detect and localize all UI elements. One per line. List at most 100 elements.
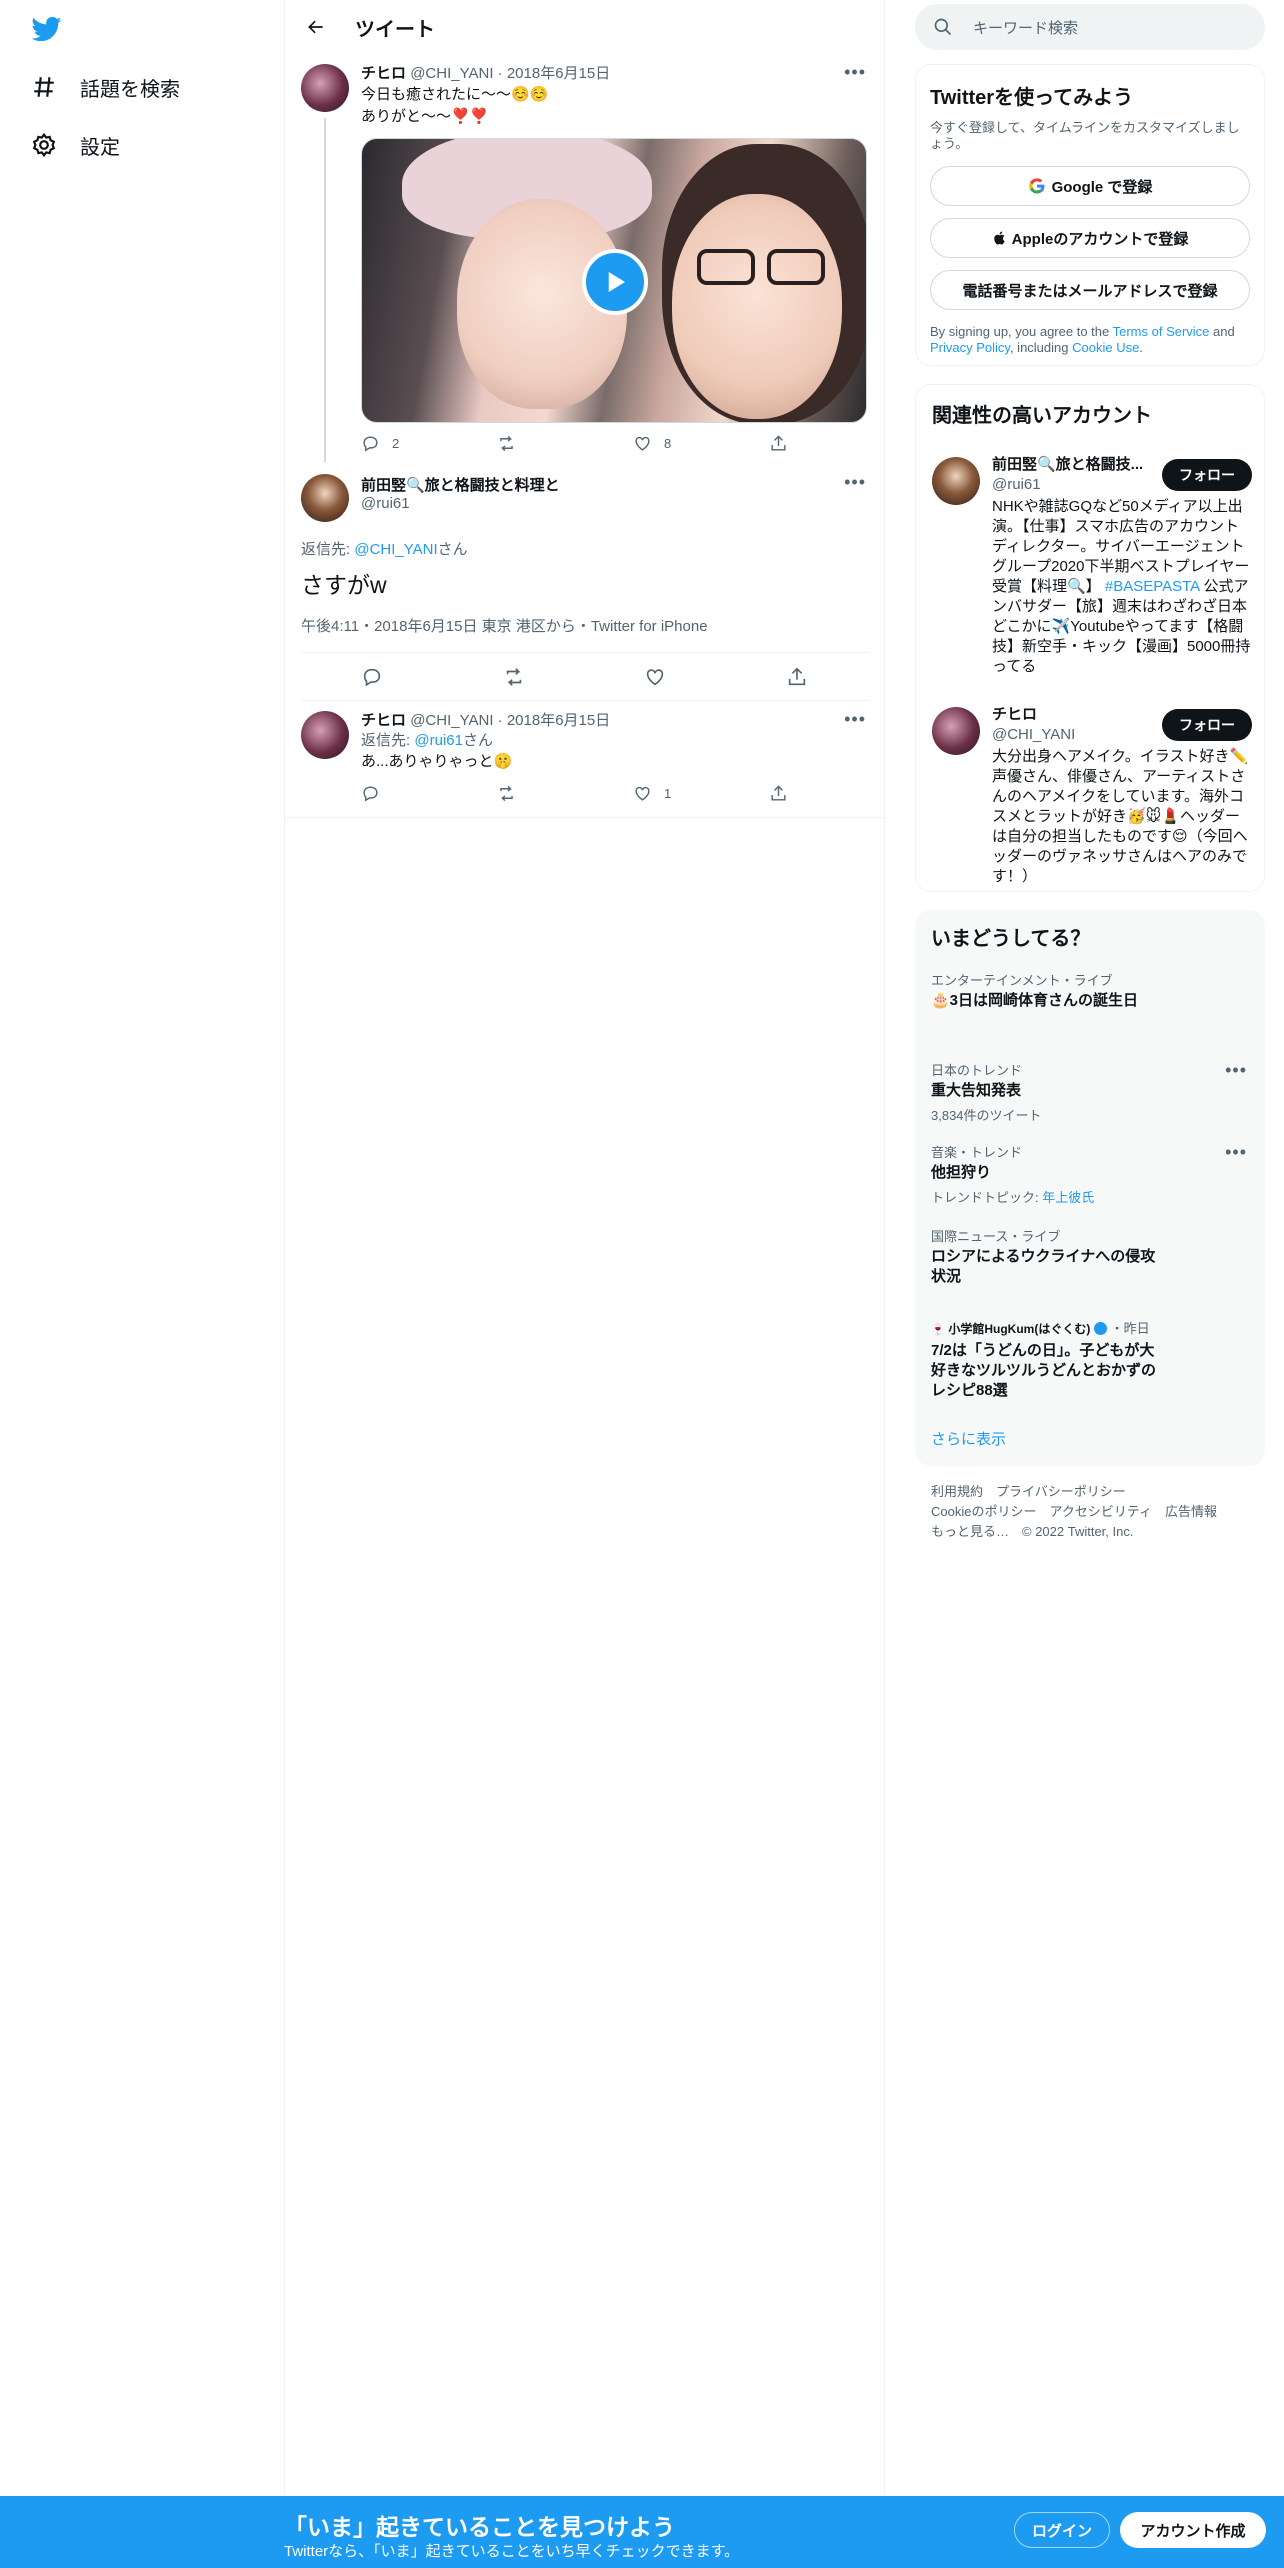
avatar[interactable] — [301, 711, 349, 759]
reply-to-link[interactable]: @rui61 — [414, 732, 463, 749]
trend-title: 重大告知発表 — [931, 1082, 1022, 1099]
author-handle[interactable]: @rui61 — [361, 495, 868, 512]
legal-part: , including — [1009, 340, 1073, 355]
terms-link[interactable]: Terms of Service — [1113, 324, 1210, 339]
trend-category: エンターテインメント・ライブ — [931, 973, 1113, 988]
trend-topic-prefix: トレンドトピック: — [931, 1190, 1043, 1205]
trend-title: 7/2は「うどんの日」。子どもが大好きなツルツルうどんとおかずのレシピ88選 — [931, 1342, 1157, 1399]
heart-icon — [635, 786, 650, 801]
privacy-link[interactable]: Privacy Policy — [930, 340, 1010, 355]
cookie-link[interactable]: Cookie Use — [1072, 340, 1139, 355]
tweet-actions: 2 8 — [361, 423, 868, 463]
trend-item[interactable]: ••• 日本のトレンド 重大告知発表 3,834件のツイート — [915, 1060, 1265, 1124]
trend-topic: トレンドトピック: 年上彼氏 — [931, 1187, 1249, 1206]
phone-email-signup-button[interactable]: 電話番号またはメールアドレスで登録 — [930, 270, 1250, 310]
signup-bottom-bar: 「いま」起きていることを見つけよう Twitterなら、「いま」起きていることを… — [0, 2496, 1284, 2568]
trend-category: 国際ニュース・ライブ — [931, 1229, 1061, 1244]
follow-button[interactable]: フォロー — [1162, 459, 1252, 491]
more-options-icon[interactable]: ••• — [1225, 1060, 1247, 1081]
tweet-date[interactable]: 2018年6月15日 — [507, 712, 610, 729]
author-handle[interactable]: @CHI_YANI — [410, 712, 493, 729]
trend-topic-link[interactable]: 年上彼氏 — [1042, 1190, 1094, 1205]
reply-context: 返信先: @CHI_YANIさん — [301, 538, 868, 559]
bottom-bar-title: 「いま」起きていることを見つけよう — [284, 2514, 675, 2540]
nav-settings[interactable]: 設定 — [30, 123, 120, 167]
create-account-button[interactable]: アカウント作成 — [1120, 2512, 1266, 2548]
signup-card: Twitterを使ってみよう 今すぐ登録して、タイムラインをカスタマイズしましょ… — [915, 64, 1265, 366]
apple-signup-button[interactable]: Appleのアカウントで登録 — [930, 218, 1250, 258]
source-avatar-icon: 🍷 — [931, 1324, 945, 1336]
reply-button[interactable] — [361, 784, 497, 803]
tweet-timestamp[interactable]: 午後4:11・2018年6月15日 東京 港区から・Twitter for iP… — [301, 615, 868, 653]
google-signup-button[interactable]: Google で登録 — [930, 166, 1250, 206]
avatar[interactable] — [301, 64, 349, 112]
google-icon — [1028, 178, 1045, 194]
trend-item[interactable]: エンターテインメント・ライブ 🎂3日は岡崎体育さんの誕生日 — [915, 970, 1265, 1011]
more-options-icon[interactable]: ••• — [844, 709, 866, 730]
author-name[interactable]: 前田竪🔍旅と格闘技と料理と — [361, 474, 868, 495]
avatar[interactable] — [301, 474, 349, 522]
account-item[interactable]: フォロー チヒロ @CHI_YANI 大分出身ヘアメイク。イラスト好き✏️声優さ… — [916, 695, 1266, 887]
signup-desc: 今すぐ登録して、タイムラインをカスタマイズしましょう。 — [930, 120, 1240, 151]
account-name: 前田竪🔍旅と格闘技... — [992, 456, 1142, 473]
like-button[interactable]: 1 — [633, 784, 769, 803]
nav-explore[interactable]: 話題を検索 — [30, 65, 180, 109]
play-button-icon[interactable] — [582, 249, 648, 315]
footer-line[interactable]: もっと見る… © 2022 Twitter, Inc. — [931, 1522, 1217, 1542]
trend-category: 日本のトレンド — [931, 1063, 1023, 1078]
apple-signup-label: Appleのアカウントで登録 — [1011, 230, 1189, 248]
retweet-icon — [500, 435, 513, 451]
heart-icon — [635, 436, 650, 451]
reply-prefix: 返信先: — [301, 541, 355, 558]
back-arrow-icon[interactable] — [301, 12, 331, 42]
heart-icon[interactable] — [644, 666, 666, 688]
reply-button[interactable]: 2 — [361, 434, 497, 453]
tweet-date[interactable]: 2018年6月15日 — [507, 65, 610, 82]
trend-item[interactable]: ••• 音楽・トレンド 他担狩り トレンドトピック: 年上彼氏 — [915, 1142, 1265, 1206]
share-button[interactable] — [769, 784, 788, 803]
left-navigation: 話題を検索 設定 — [0, 0, 285, 2496]
reply-suffix: さん — [462, 732, 493, 749]
share-button[interactable] — [769, 434, 788, 453]
trend-item[interactable]: 国際ニュース・ライブ ロシアによるウクライナへの侵攻状況 — [915, 1226, 1175, 1287]
retweet-button[interactable] — [497, 434, 633, 453]
avatar[interactable] — [932, 707, 980, 755]
account-item[interactable]: フォロー 前田竪🔍旅と格闘技... @rui61 NHKや雑誌GQなど50メディ… — [916, 445, 1266, 677]
google-signup-label: Google で登録 — [1051, 178, 1153, 196]
reply-count: 2 — [392, 435, 400, 451]
author-name[interactable]: チヒロ — [361, 65, 406, 82]
avatar[interactable] — [932, 457, 980, 505]
more-options-icon[interactable]: ••• — [844, 472, 866, 493]
reply-icon[interactable] — [361, 666, 383, 688]
more-options-icon[interactable]: ••• — [844, 62, 866, 83]
author-block: 前田竪🔍旅と格闘技と料理と @rui61 — [361, 474, 868, 526]
account-bio: 大分出身ヘアメイク。イラスト好き✏️声優さん、俳優さん、アーティストさんのヘアメ… — [992, 748, 1249, 885]
reply-to-link[interactable]: @CHI_YANI — [354, 541, 437, 558]
tweet-actions: 1 — [361, 773, 868, 813]
trend-title: 他担狩り — [931, 1164, 992, 1181]
parent-tweet[interactable]: ••• チヒロ @CHI_YANI · 2018年6月15日 今日も癒されたに〜… — [285, 54, 884, 462]
tweet-meta: チヒロ @CHI_YANI · 2018年6月15日 — [361, 712, 611, 729]
show-more-link[interactable]: さらに表示 — [931, 1428, 1006, 1449]
author-name[interactable]: チヒロ — [361, 712, 406, 729]
author-handle[interactable]: @CHI_YANI — [410, 65, 493, 82]
tweet-text-line-2: ありがと〜〜❣️❣️ — [361, 108, 489, 125]
legal-part: and — [1209, 324, 1235, 339]
footer-line[interactable]: 利用規約 プライバシーポリシー — [931, 1482, 1217, 1502]
apple-icon — [993, 231, 1005, 245]
share-icon[interactable] — [786, 666, 808, 688]
footer-line[interactable]: Cookieのポリシー アクセシビリティ 広告情報 — [931, 1502, 1217, 1522]
hashtag-link[interactable]: #BASEPASTA — [1101, 578, 1200, 595]
trend-item[interactable]: 🍷 小学館HugKum(はぐくむ) ・昨日 7/2は「うどんの日」。子どもが大好… — [915, 1318, 1185, 1401]
reply-tweet[interactable]: ••• チヒロ @CHI_YANI · 2018年6月15日 返信先: @rui… — [285, 701, 884, 818]
video-thumbnail[interactable] — [361, 138, 867, 423]
more-options-icon[interactable]: ••• — [1225, 1142, 1247, 1163]
follow-button[interactable]: フォロー — [1162, 709, 1252, 741]
login-button[interactable]: ログイン — [1014, 2512, 1110, 2548]
retweet-button[interactable] — [497, 784, 633, 803]
search-input[interactable]: キーワード検索 — [915, 4, 1265, 50]
source-time: ・昨日 — [1110, 1321, 1150, 1336]
twitter-logo-icon[interactable] — [30, 14, 66, 44]
retweet-icon[interactable] — [503, 666, 525, 688]
like-button[interactable]: 8 — [633, 434, 769, 453]
